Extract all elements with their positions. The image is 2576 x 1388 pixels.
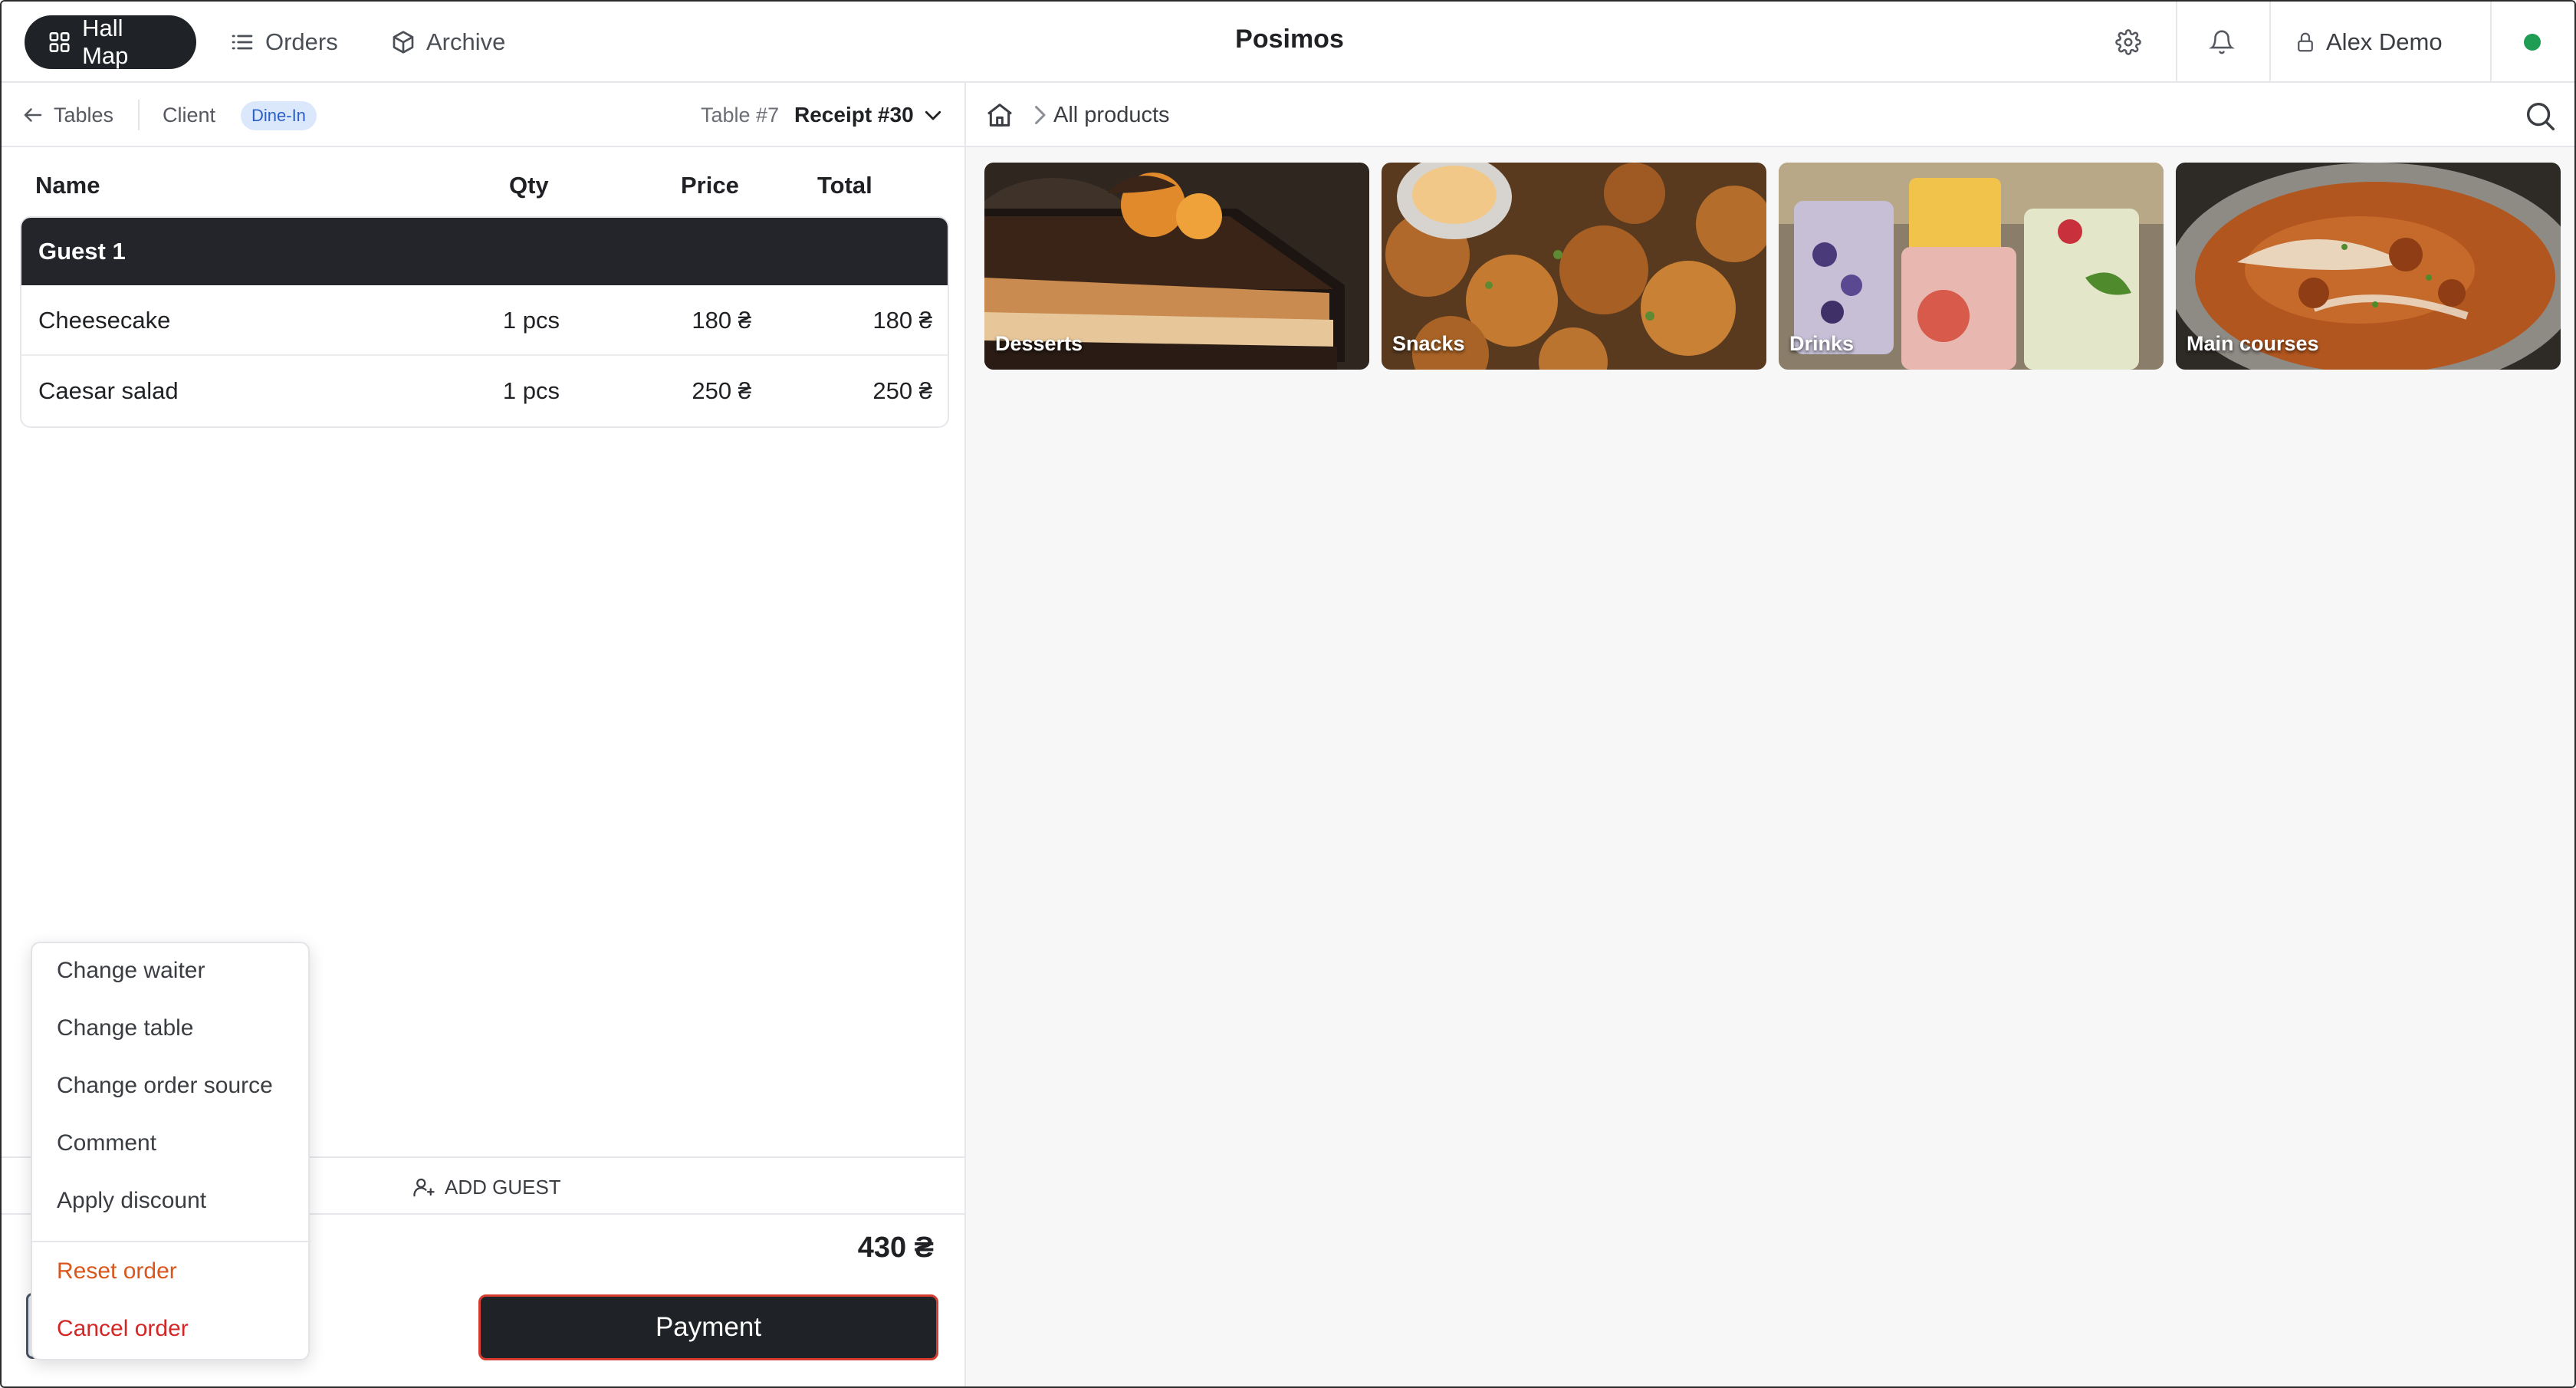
item-name: Cheesecake bbox=[38, 307, 171, 334]
online-status-dot bbox=[2524, 34, 2541, 51]
client-link[interactable]: Client bbox=[163, 98, 215, 132]
menu-change-waiter[interactable]: Change waiter bbox=[57, 948, 205, 994]
nav-orders-label: Orders bbox=[265, 28, 338, 55]
table-row[interactable]: Cheesecake 1 pcs 180 ₴ 180 ₴ bbox=[21, 285, 948, 356]
order-total: 430 ₴ bbox=[857, 1232, 934, 1264]
app-title: Posimos bbox=[1235, 25, 1344, 54]
nav-hall-map[interactable]: Hall Map bbox=[25, 15, 196, 69]
item-qty: 1 pcs bbox=[502, 377, 560, 404]
table-number: Table #7 bbox=[701, 103, 780, 127]
menu-change-table[interactable]: Change table bbox=[57, 1005, 193, 1051]
column-total: Total bbox=[817, 172, 872, 199]
menu-cancel-order[interactable]: Cancel order bbox=[57, 1306, 189, 1352]
topbar-divider bbox=[2269, 2, 2271, 81]
nav-orders[interactable]: Orders bbox=[207, 15, 379, 69]
chevron-down-icon bbox=[925, 110, 941, 120]
user-name: Alex Demo bbox=[2326, 28, 2443, 55]
topbar-divider bbox=[2176, 2, 2177, 81]
item-total: 180 ₴ bbox=[872, 307, 932, 334]
subbar-divider bbox=[138, 100, 140, 130]
column-qty: Qty bbox=[509, 172, 549, 199]
lock-icon bbox=[2298, 32, 2313, 52]
menu-reset-order[interactable]: Reset order bbox=[57, 1248, 177, 1294]
breadcrumb: All products bbox=[966, 83, 2574, 147]
user-button[interactable]: Alex Demo bbox=[2294, 15, 2470, 69]
home-icon[interactable] bbox=[984, 100, 1015, 130]
products-panel: All products Desserts Snacks Drinks Main… bbox=[966, 83, 2574, 1386]
item-price: 250 ₴ bbox=[692, 377, 751, 404]
back-to-tables-link[interactable]: Tables bbox=[21, 98, 113, 132]
item-qty: 1 pcs bbox=[502, 307, 560, 334]
payment-button[interactable]: Payment bbox=[478, 1294, 938, 1360]
order-items-card: Guest 1 Cheesecake 1 pcs 180 ₴ 180 ₴ Cae… bbox=[20, 216, 949, 428]
category-tile-drinks[interactable]: Drinks bbox=[1779, 163, 2164, 370]
item-name: Caesar salad bbox=[38, 377, 179, 404]
category-label: Drinks bbox=[1789, 332, 1855, 355]
column-price: Price bbox=[681, 172, 739, 199]
settings-button[interactable] bbox=[2099, 15, 2157, 69]
top-bar: Hall Map Orders Archive Posimos Alex Dem… bbox=[2, 2, 2574, 83]
list-icon bbox=[232, 35, 253, 50]
gear-icon bbox=[2115, 29, 2141, 55]
add-guest-button[interactable]: ADD GUEST bbox=[412, 1172, 561, 1202]
receipt-label: Receipt #30 bbox=[794, 103, 914, 127]
category-tile-main-courses[interactable]: Main courses bbox=[2176, 163, 2561, 370]
category-tile-snacks[interactable]: Snacks bbox=[1382, 163, 1766, 370]
order-type-badge[interactable]: Dine-In bbox=[241, 101, 317, 130]
guest-row[interactable]: Guest 1 bbox=[21, 218, 948, 285]
nav-archive[interactable]: Archive bbox=[368, 15, 537, 69]
box-icon bbox=[393, 31, 414, 54]
category-label: Main courses bbox=[2187, 332, 2319, 355]
breadcrumb-all-products[interactable]: All products bbox=[1053, 100, 1170, 130]
topbar-divider bbox=[2490, 2, 2492, 81]
nav-hall-map-label: Hall Map bbox=[82, 15, 129, 69]
grid-icon bbox=[49, 32, 70, 52]
menu-comment[interactable]: Comment bbox=[57, 1120, 156, 1166]
more-actions-menu: Change waiter Change table Change order … bbox=[31, 942, 311, 1360]
nav-archive-label: Archive bbox=[426, 28, 506, 55]
order-subbar: Tables Client Dine-In Table #7 Receipt #… bbox=[2, 83, 964, 147]
app-window: Hall Map Orders Archive Posimos Alex Dem… bbox=[0, 0, 2576, 1388]
notifications-button[interactable] bbox=[2193, 15, 2251, 69]
user-plus-icon bbox=[413, 1178, 435, 1197]
item-total: 250 ₴ bbox=[872, 377, 932, 404]
chevron-right-icon bbox=[1035, 106, 1046, 124]
search-icon[interactable] bbox=[2522, 98, 2558, 133]
menu-apply-discount[interactable]: Apply discount bbox=[57, 1178, 206, 1224]
receipt-selector[interactable]: Receipt #30 bbox=[794, 98, 945, 132]
category-label: Desserts bbox=[995, 332, 1083, 355]
item-price: 180 ₴ bbox=[692, 307, 751, 334]
add-guest-label: ADD GUEST bbox=[445, 1175, 561, 1199]
menu-change-order-source[interactable]: Change order source bbox=[57, 1063, 273, 1109]
table-row[interactable]: Caesar salad 1 pcs 250 ₴ 250 ₴ bbox=[21, 356, 948, 426]
back-label: Tables bbox=[54, 103, 114, 127]
category-tile-desserts[interactable]: Desserts bbox=[984, 163, 1369, 370]
bell-icon bbox=[2209, 30, 2235, 54]
menu-divider bbox=[32, 1241, 311, 1242]
category-label: Snacks bbox=[1392, 332, 1465, 355]
order-panel: Tables Client Dine-In Table #7 Receipt #… bbox=[2, 83, 966, 1386]
column-name: Name bbox=[35, 172, 100, 199]
arrow-left-icon bbox=[24, 108, 42, 122]
order-table-header: Name Qty Price Total bbox=[2, 149, 964, 222]
